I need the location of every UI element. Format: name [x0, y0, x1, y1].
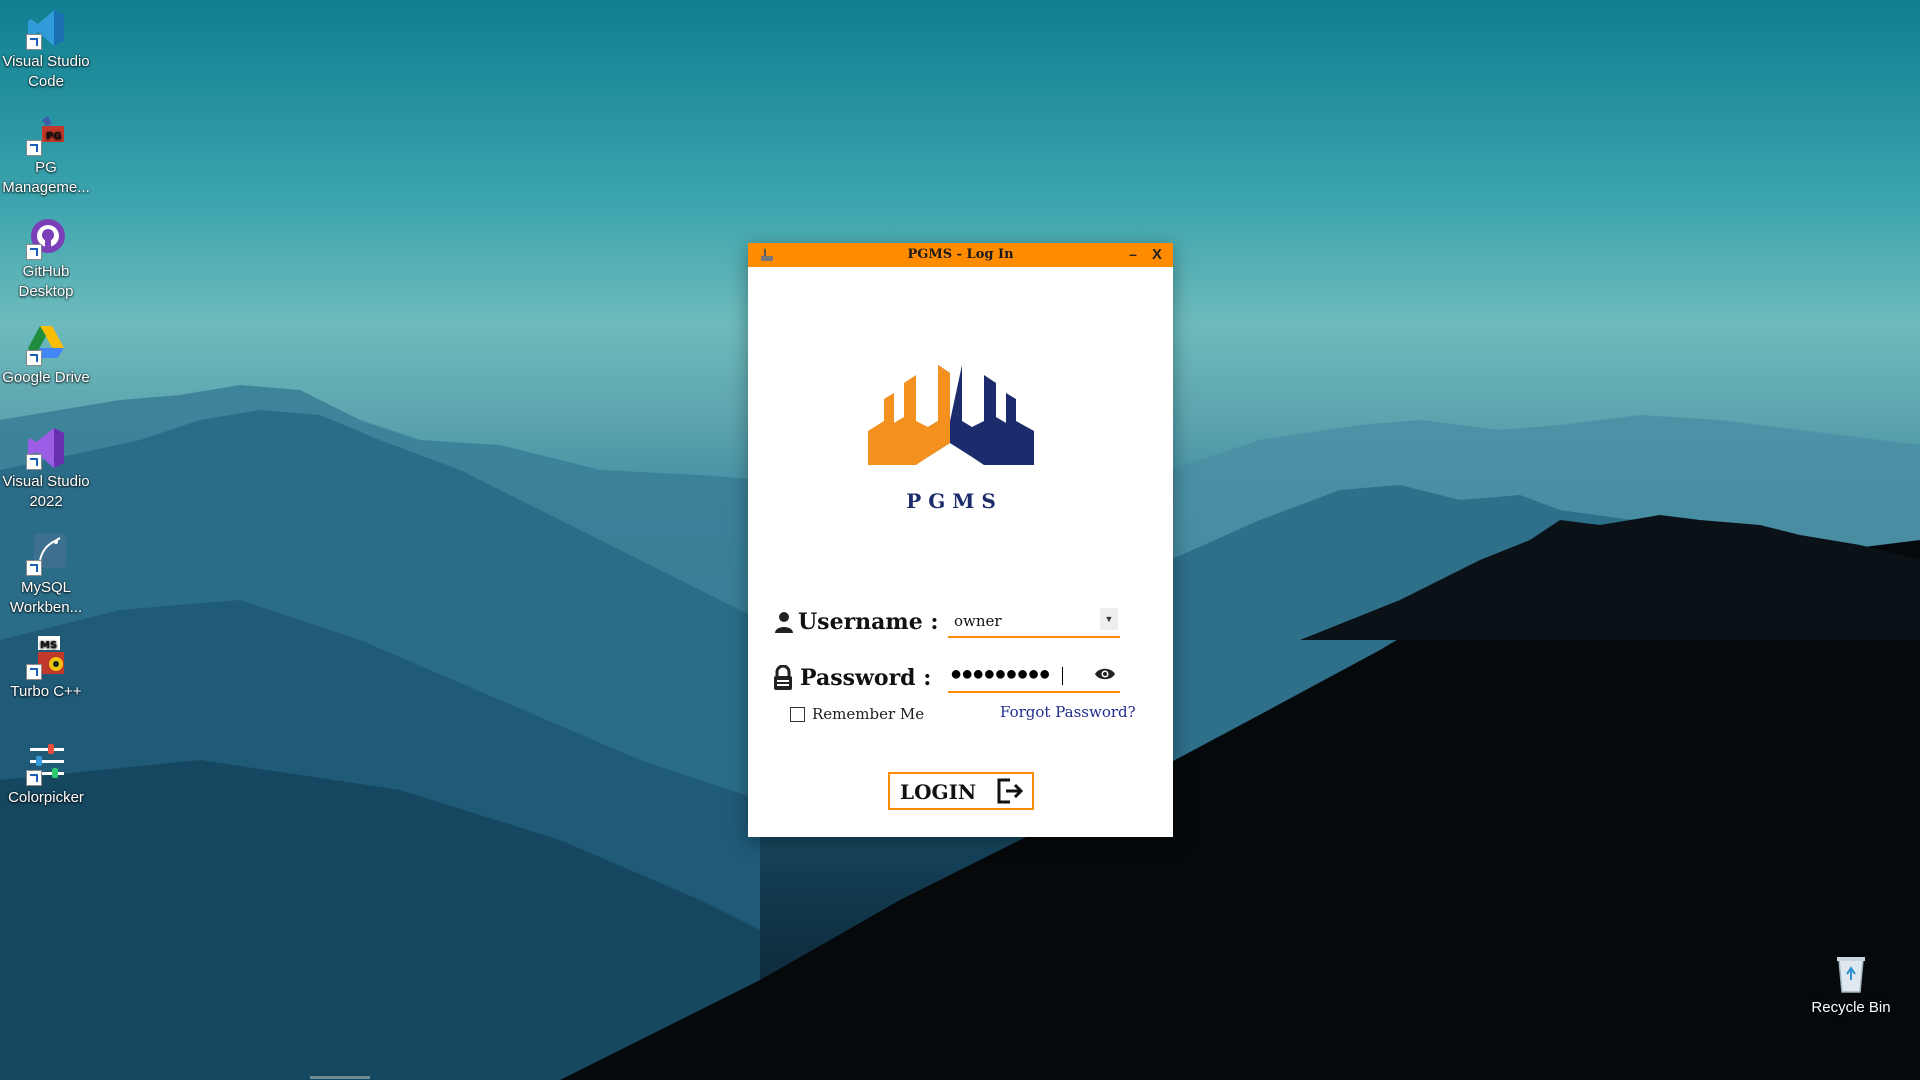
title-bar[interactable]: PGMS - Log In – X: [748, 243, 1173, 267]
remember-me-label[interactable]: Remember Me: [812, 705, 924, 723]
svg-text:PG: PG: [46, 131, 62, 142]
desktop-icon-turbo-cpp[interactable]: MS Turbo C++: [0, 636, 92, 702]
password-field[interactable]: ●●●●●●●●●: [948, 661, 1120, 693]
show-password-eye-icon[interactable]: [1094, 667, 1116, 681]
google-drive-icon: [24, 322, 68, 366]
visual-studio-icon: [24, 426, 68, 470]
vscode-icon: [24, 6, 68, 50]
desktop-icon-colorpicker[interactable]: Colorpicker: [0, 742, 92, 808]
desktop-icon-github-desktop[interactable]: GitHub Desktop: [0, 216, 92, 302]
mysql-workbench-icon: [24, 532, 68, 576]
taskbar-edge: [310, 1076, 370, 1079]
minimize-button[interactable]: –: [1123, 243, 1143, 267]
desktop-icon-label: Colorpicker: [8, 789, 84, 806]
text-cursor: [1062, 667, 1063, 685]
turbo-cpp-icon: MS: [24, 636, 68, 680]
login-button-label: LOGIN: [900, 780, 977, 804]
desktop-icon-label: Google Drive: [2, 369, 90, 386]
username-value: owner: [954, 612, 1002, 630]
desktop-icon-visual-studio[interactable]: Visual Studio 2022: [0, 426, 92, 512]
desktop-icon-label: Turbo C++: [10, 683, 82, 700]
desktop-icon-pg-management[interactable]: PG PG Manageme...: [0, 112, 92, 198]
desktop-icon-label: GitHub Desktop: [18, 263, 74, 300]
forgot-password-link[interactable]: Forgot Password?: [1000, 703, 1136, 721]
recycle-bin-icon: [1829, 952, 1873, 996]
svg-text:MS: MS: [40, 640, 57, 651]
github-desktop-icon: [24, 216, 68, 260]
close-button[interactable]: X: [1147, 243, 1167, 267]
lock-icon: [774, 665, 792, 690]
user-icon: [775, 612, 793, 633]
pgms-logo: P G M S: [868, 365, 1034, 513]
logout-arrow-icon: [997, 778, 1024, 804]
window-title: PGMS - Log In: [907, 247, 1014, 262]
desktop-icon-recycle-bin[interactable]: Recycle Bin: [1805, 952, 1897, 1018]
desktop-icon-mysql-workbench[interactable]: MySQL Workben...: [0, 532, 92, 618]
login-window: PGMS - Log In – X P G M S Username : own…: [748, 243, 1173, 837]
pg-management-icon: PG: [24, 112, 68, 156]
desktop-icon-label: Visual Studio 2022: [2, 473, 90, 510]
login-button[interactable]: LOGIN: [888, 772, 1034, 810]
password-label: Password :: [800, 665, 932, 691]
desktop-icon-label: PG Manageme...: [2, 159, 90, 196]
remember-me-checkbox[interactable]: [790, 707, 805, 722]
desktop-icon-label: MySQL Workben...: [9, 579, 83, 616]
desktop-icon-vscode[interactable]: Visual Studio Code: [0, 6, 92, 92]
username-dropdown-button[interactable]: ▼: [1100, 608, 1118, 630]
username-combobox[interactable]: owner ▼: [948, 606, 1120, 638]
desktop-icon-label: Recycle Bin: [1811, 999, 1891, 1016]
desktop-icon-google-drive[interactable]: Google Drive: [0, 322, 92, 388]
password-mask: ●●●●●●●●●: [950, 663, 1051, 685]
logo-text: P G M S: [906, 489, 996, 513]
desktop-icon-label: Visual Studio Code: [2, 53, 90, 90]
username-label: Username :: [798, 609, 939, 635]
colorpicker-icon: [24, 742, 68, 786]
